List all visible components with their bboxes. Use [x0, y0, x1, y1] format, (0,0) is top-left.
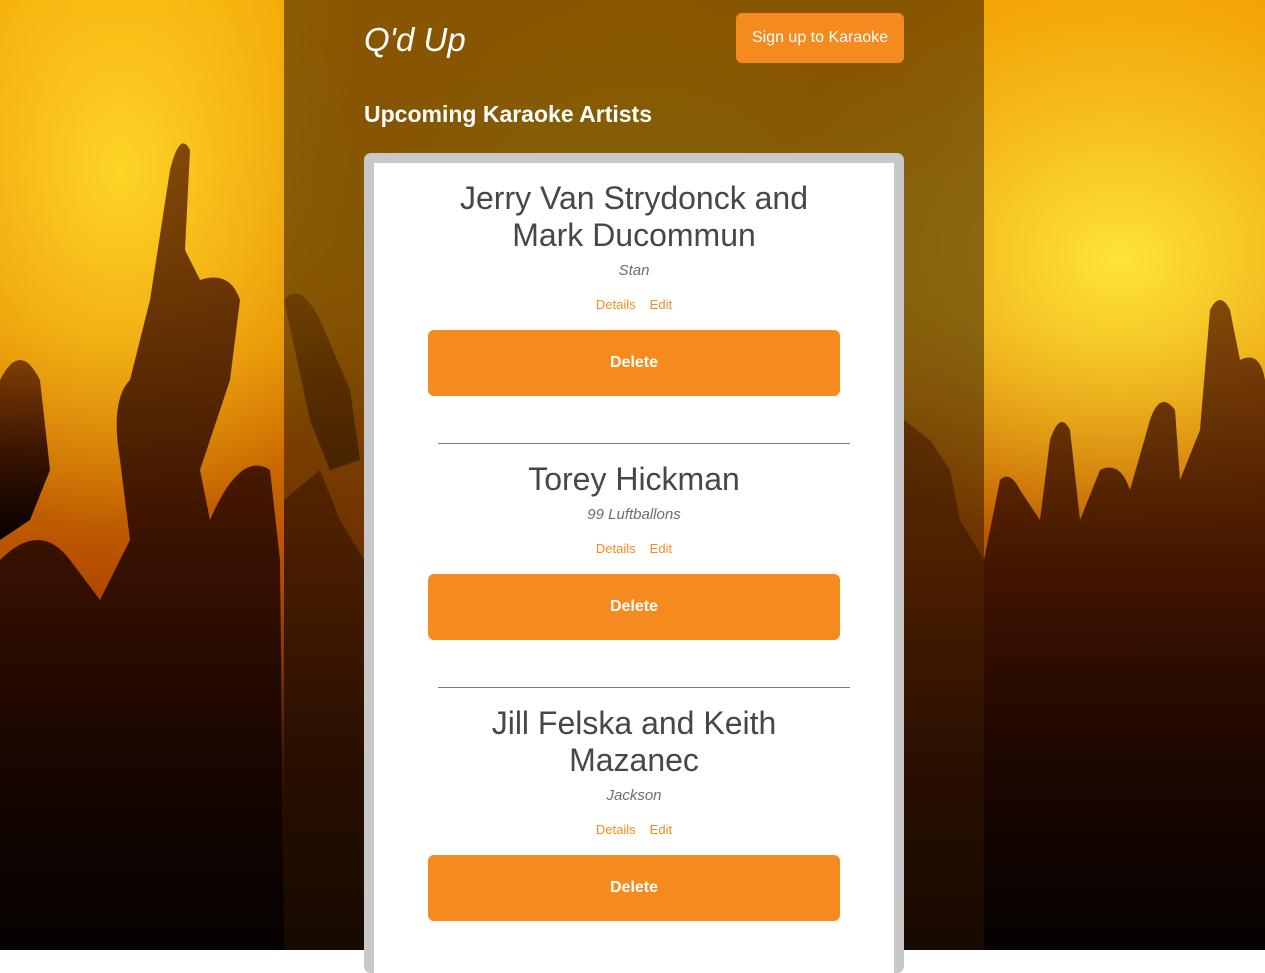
- artist-name: Jill Felska and Keith Mazanec: [491, 705, 777, 778]
- list-item: Torey Hickman 99 Luftballons Details Edit…: [374, 461, 894, 640]
- signup-button[interactable]: Sign up to Karaoke: [736, 13, 904, 63]
- details-link[interactable]: Details: [596, 297, 636, 312]
- delete-button[interactable]: Delete: [428, 574, 840, 640]
- song-title: Jackson: [606, 787, 662, 804]
- list-item: Jerry Van Strydonck and Mark Ducommun St…: [374, 180, 894, 396]
- edit-link[interactable]: Edit: [650, 822, 672, 837]
- edit-link[interactable]: Edit: [650, 297, 672, 312]
- page-title: Upcoming Karaoke Artists: [364, 101, 652, 127]
- song-title: Stan: [618, 262, 650, 279]
- details-link[interactable]: Details: [596, 822, 636, 837]
- song-title: 99 Luftballons: [587, 506, 681, 523]
- entry-actions: Details Edit: [374, 541, 894, 557]
- artist-name: Jerry Van Strydonck and Mark Ducommun: [459, 180, 808, 253]
- divider: [438, 687, 850, 688]
- entry-actions: Details Edit: [374, 822, 894, 838]
- entry-actions: Details Edit: [374, 297, 894, 313]
- delete-button[interactable]: Delete: [428, 855, 840, 921]
- site-logo[interactable]: Q'd Up: [364, 20, 466, 60]
- artist-name: Torey Hickman: [528, 461, 740, 497]
- divider: [438, 443, 850, 444]
- list-item: Jill Felska and Keith Mazanec Jackson De…: [374, 705, 894, 921]
- edit-link[interactable]: Edit: [650, 541, 672, 556]
- details-link[interactable]: Details: [596, 541, 636, 556]
- artist-list-frame: Jerry Van Strydonck and Mark Ducommun St…: [364, 153, 904, 973]
- delete-button[interactable]: Delete: [428, 330, 840, 396]
- artist-list: Jerry Van Strydonck and Mark Ducommun St…: [374, 163, 894, 973]
